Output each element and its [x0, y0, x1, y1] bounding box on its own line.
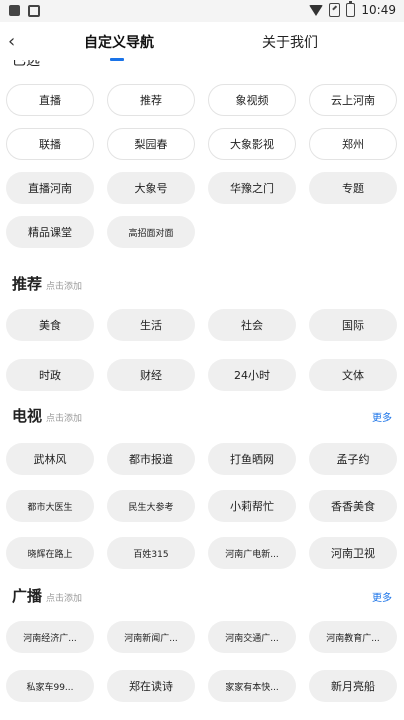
tv-channel[interactable]: 打鱼晒网 — [208, 443, 296, 475]
selected-channel[interactable]: 大象影视 — [208, 128, 296, 160]
selected-channel[interactable]: 精品课堂 — [6, 216, 94, 248]
radio-channel[interactable]: 河南经济广... — [6, 621, 94, 653]
selected-channel[interactable]: 梨园春 — [107, 128, 195, 160]
recommend-channel[interactable]: 社会 — [208, 309, 296, 341]
selected-channel[interactable]: 高招面对面 — [107, 216, 195, 248]
recommend-section-header: 推荐 点击添加 — [12, 273, 82, 294]
radio-title: 广播 — [12, 587, 43, 605]
top-nav: ‹ 自定义导航 关于我们 — [0, 22, 404, 61]
selected-channel[interactable]: 云上河南 — [309, 84, 397, 116]
tv-section-header: 电视 点击添加 — [12, 405, 82, 426]
tv-channel[interactable]: 河南卫视 — [309, 537, 397, 569]
back-icon[interactable]: ‹ — [8, 31, 15, 52]
selected-channel[interactable]: 华豫之门 — [208, 172, 296, 204]
selected-channel[interactable]: 直播河南 — [6, 172, 94, 204]
radio-channel[interactable]: 私家车99... — [6, 670, 94, 702]
recommend-channel[interactable]: 生活 — [107, 309, 195, 341]
wifi-icon — [309, 4, 324, 16]
recommend-title: 推荐 — [12, 275, 43, 293]
tv-channel[interactable]: 都市大医生 — [6, 490, 94, 522]
tv-hint: 点击添加 — [46, 414, 83, 424]
radio-channel[interactable]: 家家有本快... — [208, 670, 296, 702]
tv-channel[interactable]: 都市报道 — [107, 443, 195, 475]
tv-channel[interactable]: 武林风 — [6, 443, 94, 475]
tv-grid: 武林风 都市报道 打鱼晒网 孟子约 都市大医生 民生大参考 小莉帮忙 香香美食 … — [6, 443, 398, 579]
tab-about-us[interactable]: 关于我们 — [262, 32, 318, 52]
recommend-grid: 美食 生活 社会 国际 时政 财经 24小时 文体 — [6, 309, 398, 401]
app-notification-icon — [9, 5, 20, 16]
sd-card-icon — [28, 5, 40, 17]
status-time: 10:49 — [361, 3, 396, 17]
radio-grid: 河南经济广... 河南新闻广... 河南交通广... 河南教育广... 私家车9… — [6, 621, 398, 712]
recommend-channel[interactable]: 美食 — [6, 309, 94, 341]
radio-channel[interactable]: 河南新闻广... — [107, 621, 195, 653]
tab-custom-nav[interactable]: 自定义导航 — [84, 32, 154, 52]
tv-channel[interactable]: 孟子约 — [309, 443, 397, 475]
radio-more-link[interactable]: 更多 — [372, 589, 392, 604]
selected-channel[interactable]: 象视频 — [208, 84, 296, 116]
tv-channel[interactable]: 民生大参考 — [107, 490, 195, 522]
selected-channel[interactable]: 专题 — [309, 172, 397, 204]
recommend-channel[interactable]: 财经 — [107, 359, 195, 391]
content-area: 已选 直播 推荐 象视频 云上河南 联播 梨园春 大象影视 郑州 直播河南 大象… — [0, 60, 404, 720]
radio-section-header: 广播 点击添加 — [12, 585, 82, 606]
radio-channel[interactable]: 郑在读诗 — [107, 670, 195, 702]
tv-channel[interactable]: 河南广电新... — [208, 537, 296, 569]
tv-channel[interactable]: 小莉帮忙 — [208, 490, 296, 522]
radio-channel[interactable]: 河南教育广... — [309, 621, 397, 653]
radio-channel[interactable]: 新月亮船 — [309, 670, 397, 702]
selected-section-title-clipped: 已选 — [12, 60, 40, 69]
recommend-channel[interactable]: 国际 — [309, 309, 397, 341]
no-sim-icon — [329, 3, 341, 17]
selected-channel[interactable]: 大象号 — [107, 172, 195, 204]
tv-more-link[interactable]: 更多 — [372, 409, 392, 424]
recommend-channel[interactable]: 文体 — [309, 359, 397, 391]
selected-grid: 直播 推荐 象视频 云上河南 联播 梨园春 大象影视 郑州 直播河南 大象号 华… — [6, 84, 398, 260]
selected-channel[interactable]: 推荐 — [107, 84, 195, 116]
recommend-channel[interactable]: 24小时 — [208, 359, 296, 391]
radio-channel[interactable]: 河南交通广... — [208, 621, 296, 653]
selected-channel[interactable]: 郑州 — [309, 128, 397, 160]
tv-title: 电视 — [12, 407, 43, 425]
recommend-channel[interactable]: 时政 — [6, 359, 94, 391]
tv-channel[interactable]: 百姓315 — [107, 537, 195, 569]
battery-icon — [346, 1, 356, 17]
status-bar: 10:49 — [0, 0, 404, 22]
radio-hint: 点击添加 — [46, 594, 83, 604]
tv-channel[interactable]: 晓辉在路上 — [6, 537, 94, 569]
recommend-hint: 点击添加 — [46, 282, 83, 292]
selected-channel[interactable]: 联播 — [6, 128, 94, 160]
tv-channel[interactable]: 香香美食 — [309, 490, 397, 522]
selected-channel[interactable]: 直播 — [6, 84, 94, 116]
